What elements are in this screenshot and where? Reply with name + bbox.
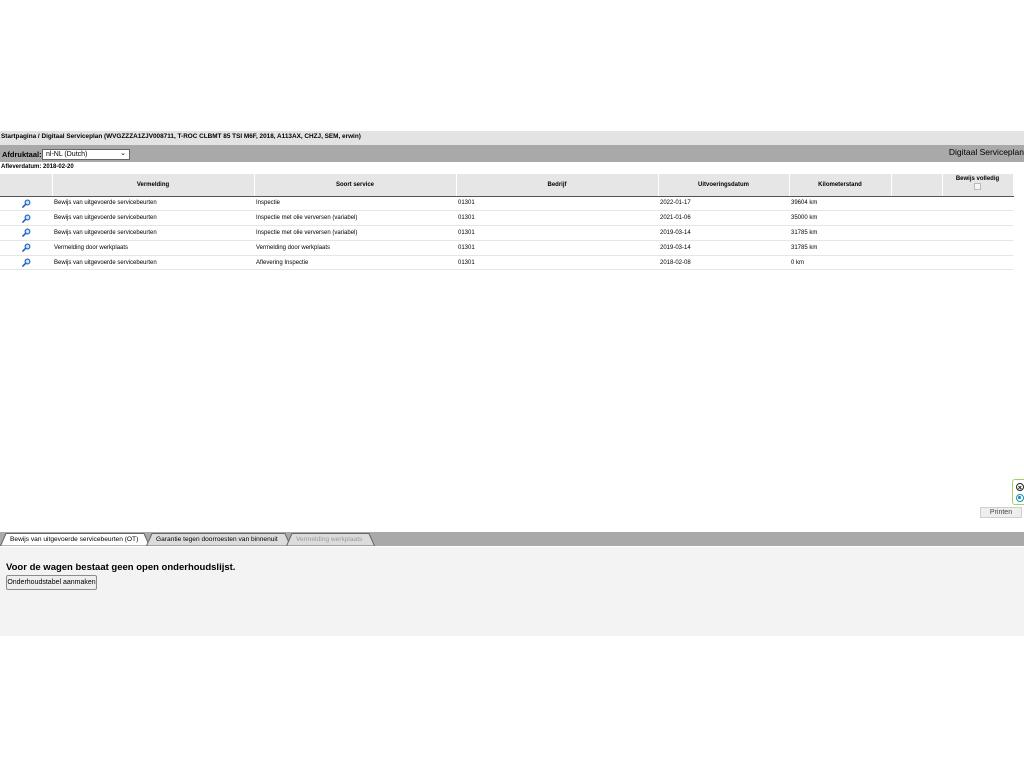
tab-label: Garantie tegen doorroesten van binnenuit — [156, 536, 278, 543]
print-language-label: Afdruktaal: — [2, 150, 42, 159]
column-header-execution-date[interactable]: Uitvoeringsdatum — [658, 174, 790, 197]
header-bar: Afdruktaal: nl-NL (Dutch) ⌄ Digitaal Ser… — [0, 145, 1024, 162]
cell-service-type: Vermelding door werkplaats — [254, 240, 456, 256]
detail-cell — [0, 255, 52, 271]
cell-blank — [891, 255, 942, 271]
close-icon[interactable] — [1016, 483, 1024, 491]
tab-strip: Bewijs van uitgevoerde servicebeurten (O… — [0, 532, 1024, 546]
app-title: Digitaal Serviceplan — [948, 147, 1024, 157]
cell-company: 01301 — [456, 210, 658, 227]
detail-cell — [0, 196, 52, 212]
table-header-row: Vermelding Soort service Bedrijf Uitvoer… — [0, 174, 1014, 197]
cell-execution-date: 2022-01-17 — [658, 196, 789, 212]
tab-rust-warranty[interactable]: Garantie tegen doorroesten van binnenuit — [146, 533, 291, 546]
cell-blank — [891, 225, 942, 241]
cell-mileage: 0 km — [789, 255, 891, 271]
breadcrumb: Startpagina / Digitaal Serviceplan (WVGZ… — [0, 131, 1024, 145]
tab-label: Bewijs van uitgevoerde servicebeurten (O… — [10, 536, 139, 543]
magnifier-icon[interactable] — [21, 214, 31, 223]
cell-mileage: 39604 km — [789, 196, 891, 212]
cell-service-type: Inspectie — [254, 196, 456, 212]
cell-service-type: Inspectie met olie verversen (variabel) — [254, 225, 456, 241]
print-language-select[interactable]: nl-NL (Dutch) ⌄ — [42, 149, 130, 160]
cell-proof-complete — [942, 210, 1013, 227]
column-header-mileage[interactable]: Kilometerstand — [789, 174, 892, 197]
column-header-company[interactable]: Bedrijf — [456, 174, 659, 197]
column-header-entry[interactable]: Vermelding — [52, 174, 255, 197]
cell-entry: Bewijs van uitgevoerde servicebeurten — [52, 210, 254, 227]
magnifier-icon[interactable] — [21, 228, 31, 238]
column-header-service-type[interactable]: Soort service — [254, 174, 457, 197]
detail-cell — [0, 225, 52, 241]
delivery-date: Afleverdatum: 2018-02-20 — [1, 164, 74, 170]
cell-proof-complete — [942, 240, 1013, 256]
print-button[interactable]: Printen — [980, 507, 1022, 518]
cell-execution-date: 2021-01-06 — [658, 210, 789, 227]
proof-complete-checkbox[interactable] — [974, 183, 981, 190]
no-maintenance-list-message: Voor de wagen bestaat geen open onderhou… — [6, 562, 236, 573]
cell-blank — [891, 240, 942, 256]
cell-mileage: 35000 km — [789, 210, 891, 227]
column-header-blank — [891, 174, 943, 197]
cell-service-type: Aflevering Inspectie — [254, 255, 456, 271]
table-row[interactable]: Bewijs van uitgevoerde servicebeurten Ins… — [0, 210, 1013, 227]
table-row[interactable]: Bewijs van uitgevoerde servicebeurten Ins… — [0, 196, 1013, 212]
cell-execution-date: 2018-02-08 — [658, 255, 789, 271]
magnifier-icon[interactable] — [21, 258, 31, 267]
cell-entry: Bewijs van uitgevoerde servicebeurten — [52, 255, 254, 271]
detail-cell — [0, 210, 52, 227]
cell-company: 01301 — [456, 225, 658, 241]
table-row[interactable]: Vermelding door werkplaats Vermelding doo… — [0, 240, 1013, 256]
cell-mileage: 31785 km — [789, 240, 891, 256]
table-body: Bewijs van uitgevoerde servicebeurten Ins… — [0, 196, 1013, 271]
magnifier-icon[interactable] — [21, 199, 31, 208]
service-history-table: Vermelding Soort service Bedrijf Uitvoer… — [0, 174, 1014, 271]
tab-label: Vermelding werkplaats — [296, 536, 363, 543]
tab-workshop-entry[interactable]: Vermelding werkplaats — [286, 533, 375, 546]
create-maintenance-table-button[interactable]: Onderhoudstabel aanmaken — [6, 575, 97, 590]
magnifier-icon[interactable] — [21, 243, 31, 253]
cell-company: 01301 — [456, 196, 658, 212]
cell-proof-complete — [942, 255, 1013, 271]
cell-company: 01301 — [456, 255, 658, 271]
table-row[interactable]: Bewijs van uitgevoerde servicebeurten Ins… — [0, 225, 1013, 241]
cell-execution-date: 2019-03-14 — [658, 240, 789, 256]
cell-mileage: 31785 km — [789, 225, 891, 241]
cell-execution-date: 2019-03-14 — [658, 225, 789, 241]
side-tools — [1012, 479, 1024, 505]
column-header-proof-complete: Bewijs volledig — [942, 174, 1014, 197]
cell-proof-complete — [942, 225, 1013, 241]
cell-entry: Vermelding door werkplaats — [52, 240, 254, 256]
cell-service-type: Inspectie met olie verversen (variabel) — [254, 210, 456, 227]
app-root: Startpagina / Digitaal Serviceplan (WVGZ… — [0, 0, 1024, 768]
cell-blank — [891, 210, 942, 227]
column-header-detail — [0, 174, 53, 197]
tab-service-proof[interactable]: Bewijs van uitgevoerde servicebeurten (O… — [0, 533, 150, 546]
maintenance-panel: Voor de wagen bestaat geen open onderhou… — [0, 547, 1024, 636]
settings-icon[interactable] — [1016, 494, 1024, 502]
cell-entry: Bewijs van uitgevoerde servicebeurten — [52, 225, 254, 241]
cell-blank — [891, 196, 942, 212]
cell-proof-complete — [942, 196, 1013, 212]
table-row[interactable]: Bewijs van uitgevoerde servicebeurten Afl… — [0, 255, 1013, 271]
cell-entry: Bewijs van uitgevoerde servicebeurten — [52, 196, 254, 212]
proof-complete-label: Bewijs volledig — [955, 176, 1000, 182]
print-language-value: nl-NL (Dutch) — [46, 151, 88, 158]
detail-cell — [0, 240, 52, 256]
cell-company: 01301 — [456, 240, 658, 256]
chevron-down-icon: ⌄ — [120, 150, 126, 157]
